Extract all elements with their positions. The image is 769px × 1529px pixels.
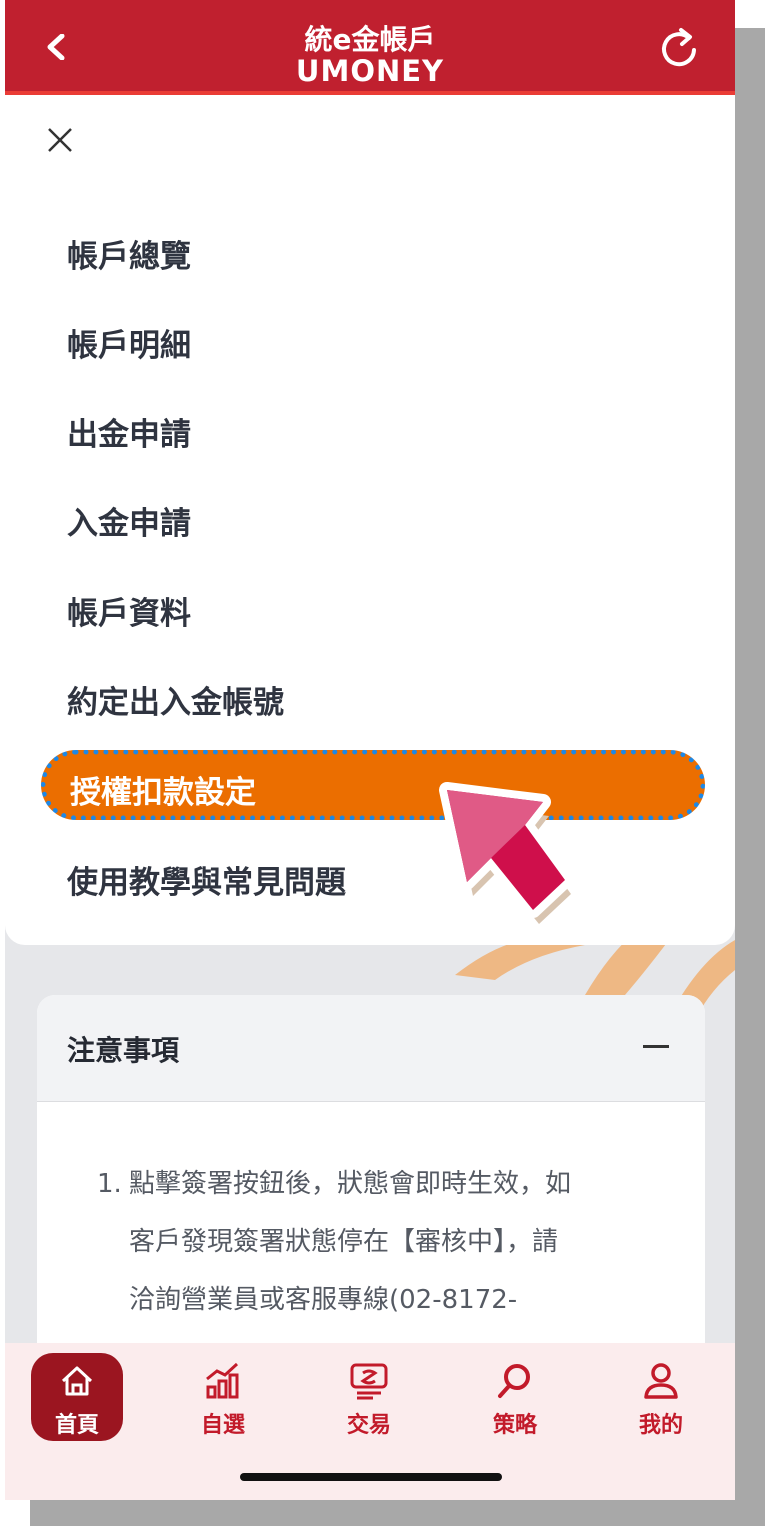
menu-item-account-info[interactable]: 帳戶資料 bbox=[67, 588, 191, 633]
refresh-icon[interactable] bbox=[655, 24, 703, 72]
notice-title: 注意事項 bbox=[67, 1034, 180, 1067]
notice-item-number: 1. bbox=[97, 1169, 122, 1199]
menu-item-withdrawal-request[interactable]: 出金申請 bbox=[67, 409, 191, 454]
nav-home[interactable]: 首頁 bbox=[31, 1353, 123, 1441]
home-icon bbox=[61, 1366, 93, 1396]
header-title: 統e金帳戶 bbox=[304, 23, 436, 56]
menu-item-debit-authorization[interactable]: 授權扣款設定 bbox=[41, 750, 705, 820]
menu-item-tutorial-faq[interactable]: 使用教學與常見問題 bbox=[67, 857, 346, 902]
nav-trade[interactable]: 交易 bbox=[323, 1353, 415, 1441]
home-indicator bbox=[240, 1473, 502, 1481]
notice-line: 洽詢營業員或客服專線(02-8172- bbox=[129, 1285, 518, 1315]
notice-card-header[interactable]: 注意事項 bbox=[37, 995, 705, 1102]
notice-line: 客戶發現簽署狀態停在【審核中】，請 bbox=[129, 1227, 559, 1257]
header-subtitle: UMONEY bbox=[295, 54, 445, 88]
nav-strategy[interactable]: 策略 bbox=[469, 1353, 561, 1441]
menu-item-designated-accounts[interactable]: 約定出入金帳號 bbox=[67, 677, 284, 722]
menu-item-account-overview[interactable]: 帳戶總覽 bbox=[67, 231, 191, 276]
notice-body: 1. 點擊簽署按鈕後，狀態會即時生效，如 客戶發現簽署狀態停在【審核中】，請 洽… bbox=[97, 1155, 657, 1329]
nav-label: 策略 bbox=[492, 1413, 537, 1438]
nav-label: 自選 bbox=[200, 1413, 245, 1438]
menu-item-label: 授權扣款設定 bbox=[70, 775, 256, 811]
nav-label: 我的 bbox=[638, 1413, 683, 1438]
search-icon bbox=[498, 1364, 530, 1398]
menu-item-deposit-request[interactable]: 入金申請 bbox=[67, 498, 191, 543]
menu-item-account-details[interactable]: 帳戶明細 bbox=[67, 320, 191, 365]
bottom-navigation: 首頁 自選 交易 策略 我的 bbox=[5, 1343, 735, 1500]
chart-icon bbox=[206, 1362, 239, 1399]
notice-line: 點擊簽署按鈕後，狀態會即時生效，如 bbox=[129, 1169, 572, 1199]
pointer-arrow-icon bbox=[439, 782, 573, 924]
trade-icon bbox=[350, 1363, 388, 1400]
close-icon[interactable] bbox=[47, 127, 73, 153]
notice-card: 注意事項 1. 點擊簽署按鈕後，狀態會即時生效，如 客戶發現簽署狀態停在【審核中… bbox=[37, 995, 705, 1395]
nav-watchlist[interactable]: 自選 bbox=[177, 1353, 269, 1441]
app-header: 統e金帳戶 UMONEY bbox=[5, 0, 735, 95]
nav-profile[interactable]: 我的 bbox=[615, 1353, 707, 1441]
user-icon bbox=[644, 1363, 678, 1399]
phone-screen: 統e金帳戶 UMONEY 帳戶總覽 帳戶明細 出金申請 入金申請 帳戶資料 約定… bbox=[5, 0, 735, 1500]
nav-label: 交易 bbox=[346, 1413, 391, 1438]
side-drawer-menu: 帳戶總覽 帳戶明細 出金申請 入金申請 帳戶資料 約定出入金帳號 授權扣款設定 … bbox=[5, 95, 735, 945]
collapse-icon[interactable] bbox=[643, 1045, 669, 1048]
nav-label: 首頁 bbox=[54, 1413, 99, 1438]
